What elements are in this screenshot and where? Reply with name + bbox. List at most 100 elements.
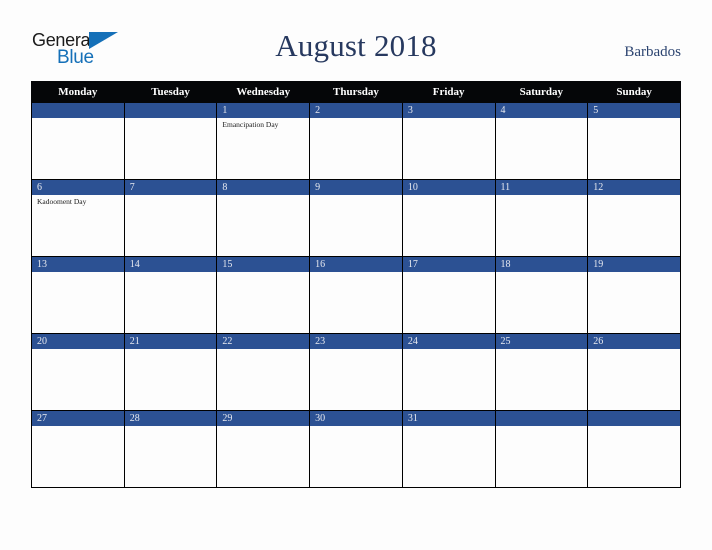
day-number: 24 (402, 334, 495, 349)
calendar-day-cell[interactable]: 26 (587, 333, 681, 411)
calendar-day-cell[interactable]: 2 (309, 102, 403, 180)
calendar-day-cell[interactable]: 8 (216, 179, 311, 257)
calendar-day-cell[interactable]: 4 (494, 102, 589, 180)
day-events (125, 426, 217, 428)
day-events (588, 118, 680, 120)
day-events (32, 349, 124, 351)
calendar-page: General Blue August 2018 Barbados Monday… (0, 0, 712, 550)
calendar-day-cell[interactable]: 15 (216, 256, 311, 334)
calendar-week-row: 20 21 22 23 24 25 26 (31, 333, 681, 411)
weekday-header-wednesday: Wednesday (216, 81, 311, 103)
calendar-day-cell[interactable]: 7 (123, 179, 218, 257)
day-events: Kadooment Day (32, 195, 124, 207)
day-number: 2 (310, 103, 402, 118)
day-number: 21 (124, 334, 217, 349)
day-events (310, 349, 402, 351)
calendar-day-cell[interactable]: 10 (401, 179, 496, 257)
day-number: 6 (32, 180, 124, 195)
day-number: 23 (310, 334, 402, 349)
day-number: 14 (124, 257, 217, 272)
day-events (403, 195, 495, 197)
day-number: 3 (402, 103, 495, 118)
day-number: 10 (402, 180, 495, 195)
calendar-day-cell[interactable]: 11 (494, 179, 589, 257)
calendar-day-cell[interactable] (494, 410, 589, 488)
calendar-week-row: 13 14 15 16 17 18 19 (31, 256, 681, 334)
day-events (32, 272, 124, 274)
holiday-label: Emancipation Day (222, 120, 279, 129)
calendar-day-cell[interactable]: 29 (216, 410, 311, 488)
day-events (588, 426, 680, 428)
calendar-day-cell[interactable]: 16 (309, 256, 403, 334)
calendar-grid: Monday Tuesday Wednesday Thursday Friday… (31, 81, 681, 488)
day-events (310, 272, 402, 274)
day-number: 9 (310, 180, 402, 195)
day-number (124, 103, 217, 118)
day-events (217, 272, 309, 274)
day-events (496, 118, 588, 120)
calendar-week-row: 1 Emancipation Day 2 3 4 5 (31, 102, 681, 180)
day-events (496, 272, 588, 274)
calendar-day-cell[interactable]: 3 (401, 102, 496, 180)
calendar-day-cell[interactable]: 19 (587, 256, 681, 334)
day-number: 11 (495, 180, 588, 195)
calendar-day-cell[interactable]: 6 Kadooment Day (31, 179, 125, 257)
day-events (588, 349, 680, 351)
calendar-day-cell[interactable]: 24 (401, 333, 496, 411)
day-events (125, 349, 217, 351)
calendar-day-cell[interactable]: 9 (309, 179, 403, 257)
day-number: 16 (310, 257, 402, 272)
holiday-label: Kadooment Day (37, 197, 87, 206)
calendar-day-cell[interactable] (587, 410, 681, 488)
calendar-day-cell[interactable]: 21 (123, 333, 218, 411)
weekday-header-sunday: Sunday (587, 81, 681, 103)
day-events (217, 426, 309, 428)
calendar-day-cell[interactable]: 14 (123, 256, 218, 334)
day-events (403, 272, 495, 274)
day-number: 22 (217, 334, 310, 349)
calendar-day-cell[interactable] (123, 102, 218, 180)
weekday-header-thursday: Thursday (309, 81, 403, 103)
day-number: 5 (588, 103, 680, 118)
weekday-header-saturday: Saturday (494, 81, 589, 103)
page-header: General Blue August 2018 Barbados (0, 0, 712, 80)
day-number: 17 (402, 257, 495, 272)
calendar-day-cell[interactable]: 22 (216, 333, 311, 411)
day-number: 18 (495, 257, 588, 272)
calendar-day-cell[interactable]: 30 (309, 410, 403, 488)
calendar-day-cell[interactable]: 13 (31, 256, 125, 334)
day-number: 12 (588, 180, 680, 195)
day-number: 4 (495, 103, 588, 118)
day-events: Emancipation Day (217, 118, 309, 130)
calendar-day-cell[interactable]: 25 (494, 333, 589, 411)
calendar-day-cell[interactable]: 18 (494, 256, 589, 334)
day-number: 31 (402, 411, 495, 426)
day-events (403, 349, 495, 351)
calendar-day-cell[interactable]: 23 (309, 333, 403, 411)
day-events (496, 349, 588, 351)
calendar-day-cell[interactable]: 5 (587, 102, 681, 180)
calendar-day-cell[interactable]: 12 (587, 179, 681, 257)
calendar-body: 1 Emancipation Day 2 3 4 5 6 Kadooment Day 7 8 9 10… (31, 102, 681, 488)
calendar-week-row: 27 28 29 30 31 (31, 410, 681, 488)
day-number: 13 (32, 257, 124, 272)
day-events (217, 195, 309, 197)
calendar-day-cell[interactable]: 1 Emancipation Day (216, 102, 311, 180)
day-number: 25 (495, 334, 588, 349)
day-number: 19 (588, 257, 680, 272)
day-number (495, 411, 588, 426)
calendar-day-cell[interactable] (31, 102, 125, 180)
day-events (310, 195, 402, 197)
calendar-day-cell[interactable]: 20 (31, 333, 125, 411)
calendar-day-cell[interactable]: 27 (31, 410, 125, 488)
calendar-day-cell[interactable]: 28 (123, 410, 218, 488)
calendar-day-cell[interactable]: 31 (401, 410, 496, 488)
day-number: 8 (217, 180, 310, 195)
day-number: 1 (217, 103, 310, 118)
day-events (217, 349, 309, 351)
calendar-day-cell[interactable]: 17 (401, 256, 496, 334)
day-number: 15 (217, 257, 310, 272)
day-events (496, 195, 588, 197)
day-events (403, 426, 495, 428)
day-number (32, 103, 124, 118)
